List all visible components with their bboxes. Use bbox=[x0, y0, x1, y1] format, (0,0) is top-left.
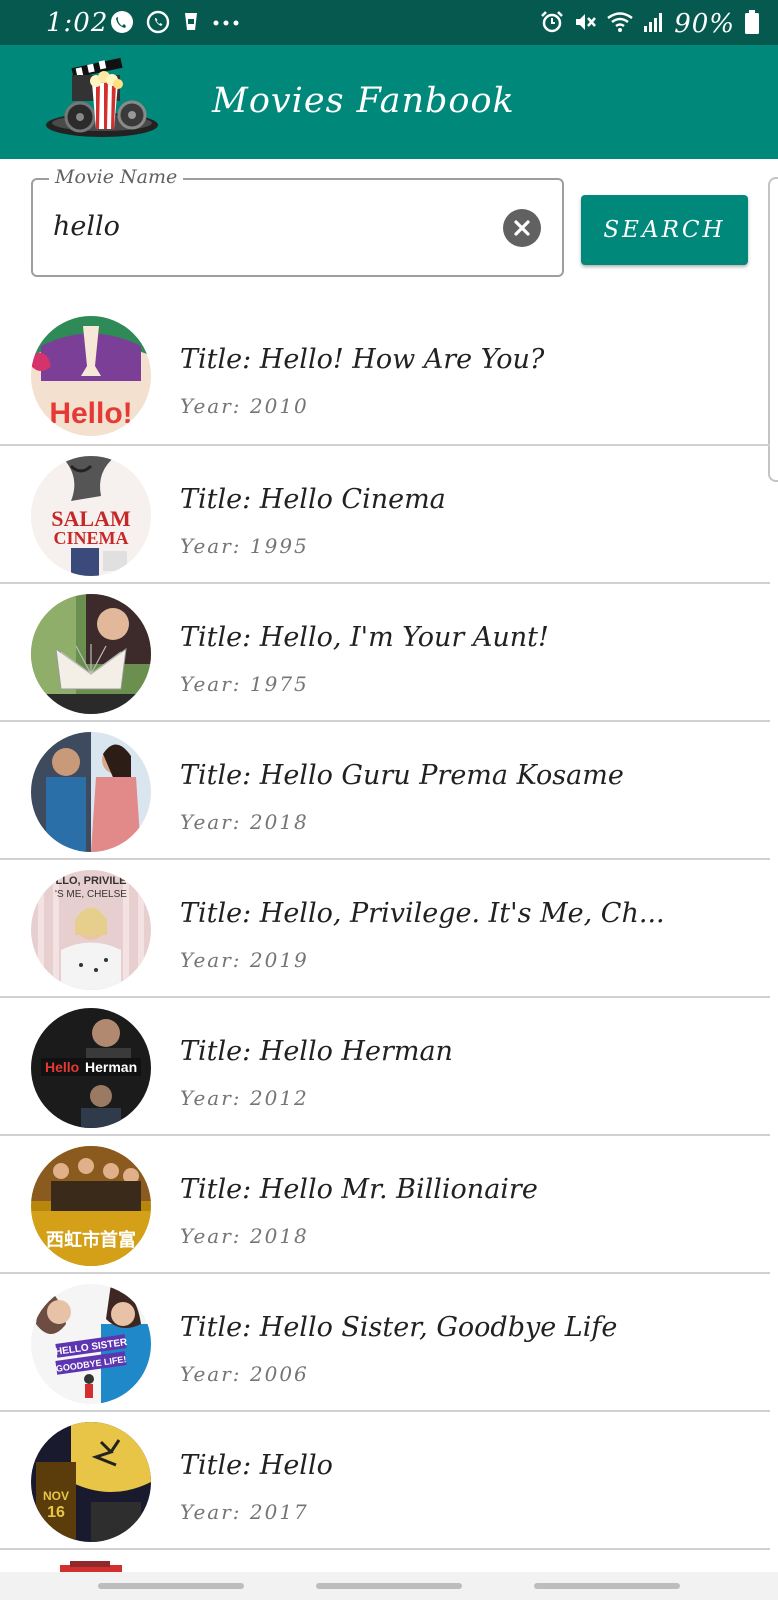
phone-call-icon bbox=[110, 10, 134, 38]
clear-icon[interactable] bbox=[503, 209, 541, 247]
movie-year: Year: 2006 bbox=[180, 1362, 309, 1386]
movie-title: Title: Hello bbox=[180, 1450, 333, 1481]
status-icons-right: 90% bbox=[540, 9, 760, 39]
movie-title: Title: Hello, Privilege. It's Me, Ch... bbox=[180, 898, 665, 929]
movie-year: Year: 2010 bbox=[180, 394, 309, 418]
battery-percent: 90% bbox=[674, 9, 735, 39]
movie-title: Title: Hello Herman bbox=[180, 1036, 453, 1067]
movie-popcorn-logo-icon bbox=[44, 55, 162, 141]
list-item[interactable]: LLO, PRIVILE 'S ME, CHELSE Title: Hello,… bbox=[0, 860, 770, 998]
app-screen: 1:02 90% Movies Fanbook Movie Name hello… bbox=[0, 0, 778, 1600]
nav-back-button[interactable] bbox=[534, 1583, 680, 1589]
alarm-icon bbox=[540, 10, 564, 38]
list-item[interactable]: Title: Hello Guru Prema Kosame Year: 201… bbox=[0, 722, 770, 860]
movie-title: Title: Hello Guru Prema Kosame bbox=[180, 760, 624, 791]
status-bar: 1:02 90% bbox=[0, 0, 778, 45]
poster-icon: Hello! bbox=[31, 316, 151, 436]
movie-title: Title: Hello Cinema bbox=[180, 484, 446, 515]
movie-title: Title: Hello, I'm Your Aunt! bbox=[180, 622, 549, 653]
svg-text:LLO, PRIVILE: LLO, PRIVILE bbox=[56, 875, 127, 887]
movie-year: Year: 2017 bbox=[180, 1500, 309, 1524]
poster-icon: SALAM CINEMA bbox=[31, 456, 151, 576]
navigation-bar bbox=[0, 1572, 778, 1600]
svg-text:'S ME, CHELSE: 'S ME, CHELSE bbox=[55, 889, 127, 900]
poster-icon: Hello Herman bbox=[31, 1008, 151, 1128]
svg-text:NOV: NOV bbox=[43, 1489, 69, 1503]
poster-icon bbox=[31, 732, 151, 852]
poster-icon: HELLO SISTER GOODBYE LIFE! bbox=[31, 1284, 151, 1404]
movie-title: Title: Hello! How Are You? bbox=[180, 344, 545, 375]
app-title: Movies Fanbook bbox=[212, 81, 515, 121]
nav-recents-button[interactable] bbox=[98, 1583, 244, 1589]
search-input[interactable] bbox=[53, 204, 473, 248]
movie-year: Year: 2012 bbox=[180, 1086, 309, 1110]
movie-list: Hello! Title: Hello! How Are You? Year: … bbox=[0, 306, 778, 1550]
svg-text:西虹市首富: 西虹市首富 bbox=[46, 1229, 136, 1251]
movie-name-field[interactable]: Movie Name bbox=[31, 166, 564, 277]
poster-icon: LLO, PRIVILE 'S ME, CHELSE bbox=[31, 870, 151, 990]
nav-home-button[interactable] bbox=[316, 1583, 462, 1589]
movie-name-label: Movie Name bbox=[49, 166, 184, 188]
status-time: 1:02 bbox=[46, 8, 109, 38]
movie-title: Title: Hello Mr. Billionaire bbox=[180, 1174, 538, 1205]
list-item-partial[interactable] bbox=[0, 1558, 778, 1572]
svg-text:CINEMA: CINEMA bbox=[54, 528, 129, 548]
status-icons-left bbox=[110, 10, 240, 38]
movie-year: Year: 2018 bbox=[180, 810, 309, 834]
movie-year: Year: 2019 bbox=[180, 948, 309, 972]
search-button[interactable]: SEARCH bbox=[581, 195, 748, 265]
whatsapp-icon bbox=[146, 10, 170, 38]
movie-year: Year: 1995 bbox=[180, 534, 309, 558]
svg-text:Hello: Hello bbox=[45, 1059, 79, 1075]
list-item[interactable]: NOV 16 Title: Hello Year: 2017 bbox=[0, 1412, 770, 1550]
svg-text:16: 16 bbox=[47, 1504, 65, 1521]
list-item[interactable]: 西虹市首富 Title: Hello Mr. Billionaire Year:… bbox=[0, 1136, 770, 1274]
list-item[interactable]: Hello! Title: Hello! How Are You? Year: … bbox=[0, 306, 770, 446]
mute-icon bbox=[573, 10, 597, 38]
movie-year: Year: 1975 bbox=[180, 672, 309, 696]
svg-text:Herman: Herman bbox=[85, 1059, 137, 1075]
app-bar: Movies Fanbook bbox=[0, 45, 778, 159]
battery-icon bbox=[744, 9, 760, 39]
movie-title: Title: Hello Sister, Goodbye Life bbox=[180, 1312, 618, 1343]
signal-icon bbox=[643, 10, 665, 38]
movie-year: Year: 2018 bbox=[180, 1224, 309, 1248]
poster-icon bbox=[31, 594, 151, 714]
wifi-icon bbox=[606, 10, 634, 38]
list-item[interactable]: HELLO SISTER GOODBYE LIFE! Title: Hello … bbox=[0, 1274, 770, 1412]
poster-icon: 西虹市首富 bbox=[31, 1146, 151, 1266]
more-dots-icon bbox=[212, 10, 240, 38]
list-item[interactable]: SALAM CINEMA Title: Hello Cinema Year: 1… bbox=[0, 446, 770, 584]
cup-icon bbox=[182, 10, 200, 38]
list-item[interactable]: Title: Hello, I'm Your Aunt! Year: 1975 bbox=[0, 584, 770, 722]
svg-text:Hello!: Hello! bbox=[49, 397, 132, 430]
poster-icon: NOV 16 bbox=[31, 1422, 151, 1542]
list-item[interactable]: Hello Herman Title: Hello Herman Year: 2… bbox=[0, 998, 770, 1136]
